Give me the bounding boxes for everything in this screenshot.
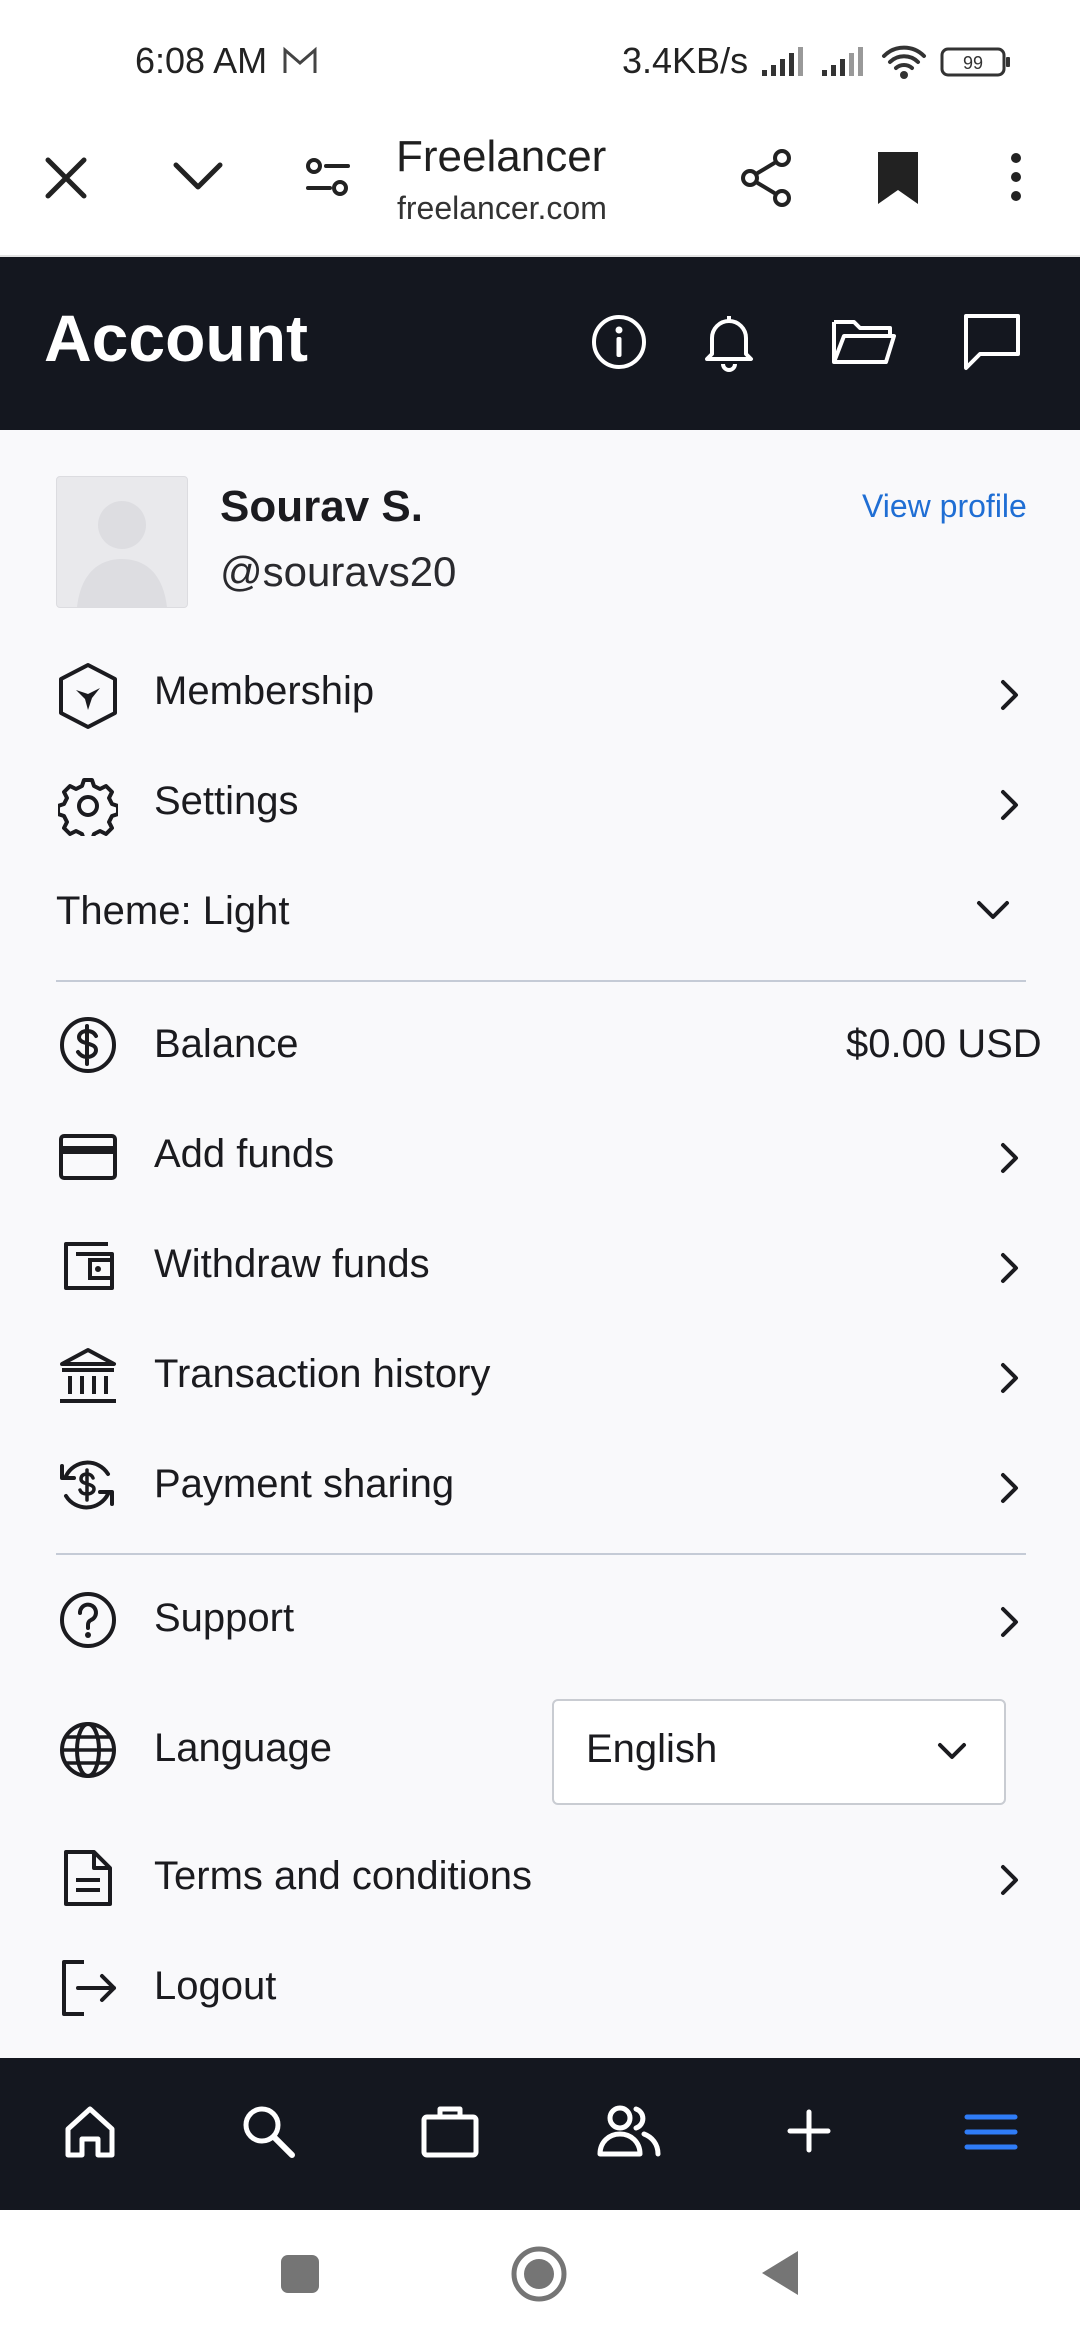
document-icon <box>62 1848 114 1908</box>
payment-sharing-icon <box>56 1454 118 1516</box>
add-icon[interactable] <box>786 2108 832 2154</box>
logout-icon <box>60 1958 118 2018</box>
bottom-navigation <box>0 2058 1080 2210</box>
chevron-right-icon <box>998 1863 1022 1897</box>
home-button[interactable] <box>510 2245 568 2303</box>
signal-icon-2 <box>820 44 870 78</box>
recents-button[interactable] <box>279 2253 321 2295</box>
avatar[interactable] <box>56 476 188 608</box>
chevron-right-icon <box>998 1471 1022 1505</box>
chevron-right-icon <box>998 1141 1022 1175</box>
people-icon[interactable] <box>596 2104 662 2158</box>
close-icon[interactable] <box>40 152 92 204</box>
browser-page-title: Freelancer <box>396 132 607 181</box>
user-name: Sourav S. <box>220 482 423 531</box>
dollar-icon <box>58 1015 118 1075</box>
menu-label-support: Support <box>154 1596 295 1640</box>
menu-label-language: Language <box>154 1726 332 1770</box>
back-button[interactable] <box>758 2248 802 2298</box>
network-speed: 3.4KB/s <box>622 40 749 81</box>
credit-card-icon <box>58 1133 118 1181</box>
chevron-right-icon <box>998 1605 1022 1639</box>
battery-level: 99 <box>963 53 983 73</box>
wallet-icon <box>60 1238 116 1294</box>
menu-label-withdraw-funds: Withdraw funds <box>154 1242 430 1286</box>
chevron-right-icon <box>998 678 1022 712</box>
menu-label-membership: Membership <box>154 669 375 713</box>
site-settings-icon[interactable] <box>304 154 352 200</box>
wifi-icon <box>880 42 928 80</box>
folder-icon[interactable] <box>830 314 896 368</box>
help-icon <box>58 1590 118 1650</box>
gear-icon <box>58 776 118 836</box>
status-time: 6:08 AM <box>135 40 268 81</box>
chevron-right-icon <box>998 1251 1022 1285</box>
menu-label-transaction-history: Transaction history <box>154 1352 491 1396</box>
globe-icon <box>58 1720 118 1780</box>
share-icon[interactable] <box>738 148 794 208</box>
user-handle: @souravs20 <box>220 548 457 595</box>
theme-label: Theme: Light <box>56 889 290 933</box>
menu-label-balance: Balance <box>154 1022 299 1066</box>
membership-icon <box>56 662 120 730</box>
bookmark-icon[interactable] <box>876 150 920 206</box>
menu-label-payment-sharing: Payment sharing <box>154 1462 455 1506</box>
signal-icon <box>760 44 810 78</box>
menu-label-add-funds: Add funds <box>154 1132 335 1176</box>
chevron-right-icon <box>998 1361 1022 1395</box>
menu-icon[interactable] <box>964 2112 1018 2152</box>
more-vert-icon[interactable] <box>1010 152 1022 202</box>
page-title: Account <box>44 301 308 375</box>
battery-icon: 99 <box>940 46 1012 78</box>
balance-value: $0.00 USD <box>846 1022 1042 1066</box>
section-divider <box>56 980 1026 982</box>
chevron-down-icon <box>936 1740 968 1762</box>
menu-label-logout: Logout <box>154 1964 277 2008</box>
chevron-down-icon <box>975 898 1011 922</box>
chevron-right-icon <box>998 788 1022 822</box>
bank-icon <box>58 1346 118 1406</box>
language-value: English <box>586 1727 718 1771</box>
mail-icon <box>282 46 318 76</box>
section-divider <box>56 1553 1026 1555</box>
search-icon[interactable] <box>240 2103 296 2159</box>
bell-icon[interactable] <box>702 310 756 372</box>
chat-icon[interactable] <box>962 312 1022 372</box>
browser-url[interactable]: freelancer.com <box>397 190 607 227</box>
briefcase-icon[interactable] <box>420 2103 480 2159</box>
menu-label-terms: Terms and conditions <box>154 1854 532 1898</box>
menu-label-settings: Settings <box>154 779 299 823</box>
view-profile-link[interactable]: View profile <box>862 488 1027 525</box>
info-icon[interactable] <box>590 313 648 371</box>
chevron-down-icon[interactable] <box>170 155 226 195</box>
home-icon[interactable] <box>62 2103 118 2159</box>
